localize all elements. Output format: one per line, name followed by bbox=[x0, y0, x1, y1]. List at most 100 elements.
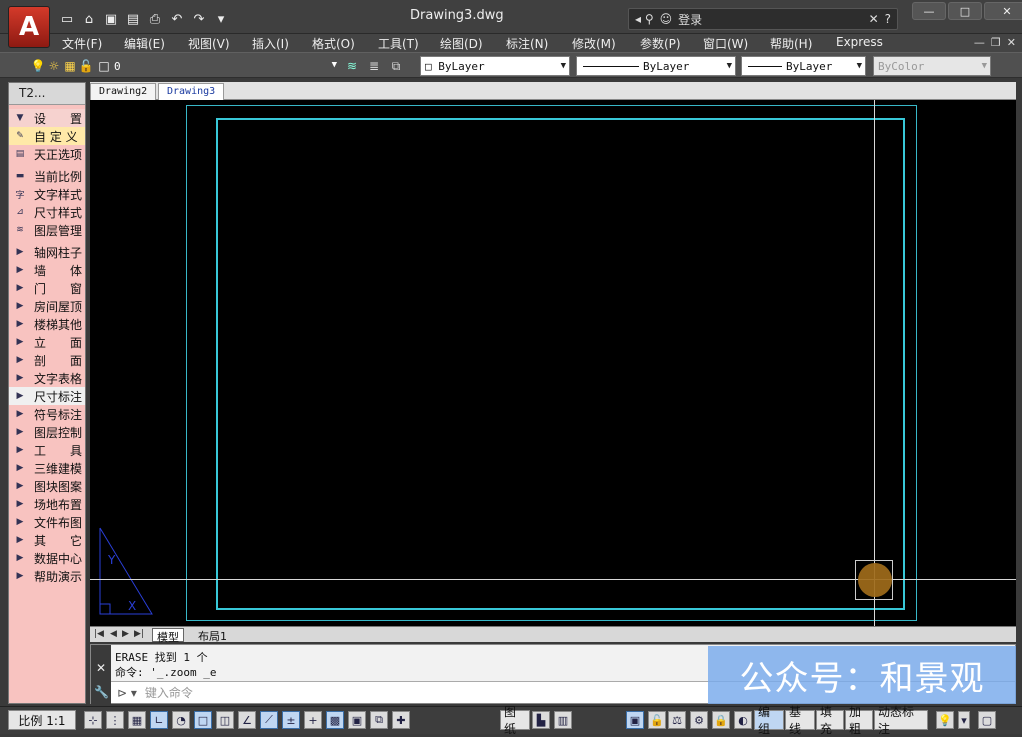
panel-item[interactable]: ▶ 门 窗 bbox=[9, 279, 85, 297]
ducs-icon[interactable]: ⟋ bbox=[260, 711, 278, 729]
clean-screen-icon[interactable]: ▢ bbox=[978, 711, 996, 729]
panel-item[interactable]: ▶ 剖 面 bbox=[9, 351, 85, 369]
layer-manager-icon[interactable]: ≋ bbox=[344, 58, 360, 74]
hardware-icon[interactable]: ◐ bbox=[734, 711, 752, 729]
first-layout-icon[interactable]: |◀ bbox=[94, 629, 104, 639]
sc-icon[interactable]: ⧉ bbox=[370, 711, 388, 729]
menu-help[interactable]: 帮助(H) bbox=[770, 35, 812, 52]
toggle-fill[interactable]: 填充 bbox=[816, 705, 844, 736]
panel-item[interactable]: ▶ 楼梯其他 bbox=[9, 315, 85, 333]
panel-item[interactable]: ▶ 文字表格 bbox=[9, 369, 85, 387]
menu-window[interactable]: 窗口(W) bbox=[703, 35, 748, 52]
toggle-bold[interactable]: 加粗 bbox=[845, 705, 873, 736]
panel-item[interactable]: ▶ 墙 体 bbox=[9, 261, 85, 279]
panel-item[interactable]: ▶ 文件布图 bbox=[9, 513, 85, 531]
panel-item[interactable]: ▬ 当前比例 bbox=[9, 167, 85, 185]
panel-item[interactable]: ▶ 场地布置 bbox=[9, 495, 85, 513]
panel-item[interactable]: ⊿ 尺寸样式 bbox=[9, 203, 85, 221]
login-button[interactable]: 登录 bbox=[678, 11, 702, 28]
new-icon[interactable]: ▭ bbox=[58, 10, 76, 28]
menu-draw[interactable]: 绘图(D) bbox=[440, 35, 483, 52]
snap-icon[interactable]: ⋮ bbox=[106, 711, 124, 729]
panel-item[interactable]: ✎ 自 定 义 bbox=[9, 127, 85, 145]
linetype-dropdown[interactable]: ByLayer ▼ bbox=[576, 56, 736, 76]
menu-view[interactable]: 视图(V) bbox=[188, 35, 230, 52]
maximize-viewport-icon[interactable]: ▣ bbox=[626, 711, 644, 729]
print-icon[interactable]: ⎙ bbox=[146, 10, 164, 28]
layer-dropdown[interactable]: 0 ▼ bbox=[110, 56, 340, 76]
scale-button[interactable]: 比例 1:1 bbox=[8, 710, 76, 730]
lwt-icon[interactable]: + bbox=[304, 711, 322, 729]
grid-icon[interactable]: ▦ bbox=[128, 711, 146, 729]
panel-item[interactable]: ▶ 图块图案 bbox=[9, 477, 85, 495]
polar-icon[interactable]: ◔ bbox=[172, 711, 190, 729]
infer-icon[interactable]: ⊹ bbox=[84, 711, 102, 729]
menu-edit[interactable]: 编辑(E) bbox=[124, 35, 165, 52]
panel-item[interactable]: 字文字样式 bbox=[9, 185, 85, 203]
redo-icon[interactable]: ↷ bbox=[190, 10, 208, 28]
quickview-layouts-icon[interactable]: ▙ bbox=[532, 711, 550, 729]
toggle-dynamic-dim[interactable]: 动态标注 bbox=[874, 705, 928, 736]
qp-icon[interactable]: ▣ bbox=[348, 711, 366, 729]
menu-parametric[interactable]: 参数(P) bbox=[640, 35, 681, 52]
tab-drawing2[interactable]: Drawing2 bbox=[90, 83, 157, 100]
panel-item[interactable]: ▶ 房间屋顶 bbox=[9, 297, 85, 315]
close-icon[interactable]: ✕ bbox=[96, 661, 106, 675]
toggle-baseline[interactable]: 基线 bbox=[785, 705, 815, 736]
minimize-button[interactable]: — bbox=[912, 2, 946, 20]
exchange-icon[interactable]: ✕ bbox=[869, 12, 879, 26]
menu-modify[interactable]: 修改(M) bbox=[572, 35, 616, 52]
annotation-scale-icon[interactable]: 🔓 bbox=[648, 711, 666, 729]
viewport-freeze-icon[interactable]: ▦ bbox=[62, 58, 78, 74]
command-prompt-icon[interactable]: ⊳ ▾ bbox=[117, 686, 137, 700]
color-dropdown[interactable]: □ ByLayer ▼ bbox=[420, 56, 570, 76]
next-layout-icon[interactable]: ▶ bbox=[122, 629, 129, 639]
panel-item[interactable]: ▶ 工 具 bbox=[9, 441, 85, 459]
panel-item[interactable]: ▤ 天正选项 bbox=[9, 145, 85, 163]
layer-previous-icon[interactable]: ⧉ bbox=[388, 58, 404, 74]
lightbulb-icon[interactable]: 💡 bbox=[30, 58, 46, 74]
autocad-logo-button[interactable]: A bbox=[8, 6, 50, 48]
menu-dimension[interactable]: 标注(N) bbox=[506, 35, 548, 52]
last-layout-icon[interactable]: ▶| bbox=[134, 629, 144, 639]
close-button[interactable]: ✕ bbox=[984, 2, 1022, 20]
isolate-objects-icon[interactable]: 💡 bbox=[936, 711, 954, 729]
dyn-icon[interactable]: ± bbox=[282, 711, 300, 729]
panel-item[interactable]: ▶ 其 它 bbox=[9, 531, 85, 549]
workspace-icon[interactable]: ⚙ bbox=[690, 711, 708, 729]
panel-item[interactable]: ▶ 轴网柱子 bbox=[9, 243, 85, 261]
otrack-icon[interactable]: ∠ bbox=[238, 711, 256, 729]
menu-tools[interactable]: 工具(T) bbox=[378, 35, 419, 52]
quickview-drawings-icon[interactable]: ▥ bbox=[554, 711, 572, 729]
panel-item[interactable]: ▶ 数据中心 bbox=[9, 549, 85, 567]
sun-icon[interactable]: ☼ bbox=[46, 58, 62, 74]
am-icon[interactable]: ✚ bbox=[392, 711, 410, 729]
panel-item[interactable]: ≋ 图层管理 bbox=[9, 221, 85, 239]
ortho-icon[interactable]: ∟ bbox=[150, 711, 168, 729]
customize-qat-icon[interactable]: ▾ bbox=[212, 10, 230, 28]
binoculars-icon[interactable]: ◂ ⚲ bbox=[635, 12, 654, 26]
doc-minimize-icon[interactable]: — bbox=[974, 36, 985, 49]
menu-insert[interactable]: 插入(I) bbox=[252, 35, 289, 52]
annotation-visibility-icon[interactable]: ⚖ bbox=[668, 711, 686, 729]
wrench-icon[interactable]: 🔧 bbox=[94, 685, 109, 699]
tab-drawing3[interactable]: Drawing3 bbox=[158, 83, 225, 100]
tab-model[interactable]: 模型 bbox=[152, 628, 184, 644]
panel-item[interactable]: ▶ 帮助演示 bbox=[9, 567, 85, 585]
doc-close-icon[interactable]: ✕ bbox=[1007, 36, 1016, 49]
maximize-button[interactable]: □ bbox=[948, 2, 982, 20]
panel-item[interactable]: ▼ 设 置 bbox=[9, 109, 85, 127]
undo-icon[interactable]: ↶ bbox=[168, 10, 186, 28]
menu-express[interactable]: Express bbox=[836, 35, 883, 49]
help-icon[interactable]: ? bbox=[885, 12, 891, 26]
prev-layout-icon[interactable]: ◀ bbox=[110, 629, 117, 639]
3dosnap-icon[interactable]: ◫ bbox=[216, 711, 234, 729]
toggle-group[interactable]: 编组 bbox=[754, 705, 784, 736]
lock-ui-icon[interactable]: 🔒 bbox=[712, 711, 730, 729]
tab-layout1[interactable]: 布局1 bbox=[194, 628, 231, 643]
saveas-icon[interactable]: ▤ bbox=[124, 10, 142, 28]
status-menu-icon[interactable]: ▾ bbox=[958, 711, 970, 729]
doc-restore-icon[interactable]: ❐ bbox=[991, 36, 1001, 49]
panel-item[interactable]: ▶ 立 面 bbox=[9, 333, 85, 351]
panel-item[interactable]: ▶ 尺寸标注 bbox=[9, 387, 85, 405]
